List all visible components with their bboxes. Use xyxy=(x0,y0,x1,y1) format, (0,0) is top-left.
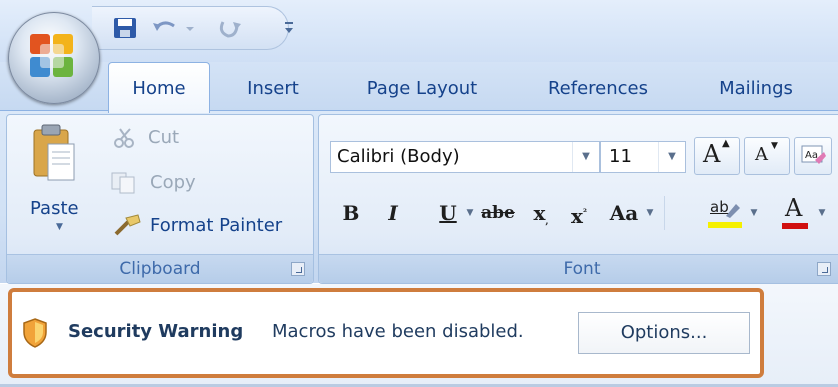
clipboard-dialog-launcher-icon[interactable] xyxy=(291,262,305,276)
tab-home[interactable]: Home xyxy=(108,62,210,113)
grow-font-glyph: A xyxy=(703,140,721,168)
format-painter-button[interactable]: Format Painter xyxy=(150,215,282,236)
font-dialog-launcher-icon[interactable] xyxy=(817,262,831,276)
font-size-combo[interactable]: 11 ▼ xyxy=(600,141,686,173)
grow-font-button[interactable]: A ▲ xyxy=(694,137,740,175)
clipboard-group-label: Clipboard xyxy=(7,254,313,283)
strikethrough-button[interactable]: abe xyxy=(478,196,518,230)
subscript-glyph: x xyxy=(533,201,546,225)
copy-icon xyxy=(111,172,135,194)
highlight-dropdown-icon[interactable]: ▼ xyxy=(748,196,760,230)
customize-qat-icon[interactable] xyxy=(282,20,296,36)
shrink-font-button[interactable]: A ▼ xyxy=(744,137,790,175)
tab-mailings[interactable]: Mailings xyxy=(700,72,812,108)
security-warning-message: Macros have been disabled. xyxy=(272,321,524,342)
shield-icon xyxy=(23,318,47,348)
paste-dropdown-icon[interactable]: ▼ xyxy=(56,222,63,232)
font-name-combo[interactable]: Calibri (Body) ▼ xyxy=(330,141,600,173)
tab-references[interactable]: References xyxy=(530,72,666,108)
subscript-marker: , xyxy=(545,217,549,227)
superscript-glyph: x xyxy=(571,204,583,228)
text-highlight-button[interactable]: ab xyxy=(706,198,746,230)
paste-icon[interactable] xyxy=(30,122,78,184)
cut-button[interactable]: Cut xyxy=(148,127,179,148)
superscript-button[interactable]: x² xyxy=(564,196,594,230)
undo-icon[interactable] xyxy=(150,16,180,40)
shrink-font-glyph: A xyxy=(755,144,768,165)
font-color-button[interactable]: A xyxy=(780,194,810,230)
change-case-dropdown-icon[interactable]: ▼ xyxy=(644,196,656,230)
separator xyxy=(664,196,665,230)
font-group-label: Font xyxy=(319,254,838,283)
font-color-bar xyxy=(782,223,808,229)
shrink-arrow-icon: ▼ xyxy=(771,141,778,151)
copy-button[interactable]: Copy xyxy=(150,172,196,193)
font-color-glyph: A xyxy=(785,194,803,222)
grow-arrow-icon: ▲ xyxy=(722,138,730,149)
underline-button[interactable]: U xyxy=(434,196,462,230)
tab-page-layout[interactable]: Page Layout xyxy=(350,72,494,108)
save-icon[interactable] xyxy=(112,16,138,40)
clear-formatting-icon: Aa xyxy=(801,145,826,164)
options-button[interactable]: Options... xyxy=(578,312,750,354)
highlight-color-bar xyxy=(708,222,742,228)
font-name-dropdown-icon[interactable]: ▼ xyxy=(572,142,599,172)
highlighter-pen-icon xyxy=(726,204,740,218)
font-color-dropdown-icon[interactable]: ▼ xyxy=(816,196,828,230)
font-name-value: Calibri (Body) xyxy=(337,146,460,167)
office-logo-icon xyxy=(30,34,73,77)
font-size-value: 11 xyxy=(609,146,632,167)
redo-icon[interactable] xyxy=(214,16,244,40)
undo-dropdown-icon[interactable] xyxy=(184,16,196,40)
security-warning-title: Security Warning xyxy=(68,321,244,342)
cut-icon xyxy=(114,128,134,148)
underline-dropdown-icon[interactable]: ▼ xyxy=(464,196,476,230)
paste-button[interactable]: Paste xyxy=(30,198,79,219)
tab-insert[interactable]: Insert xyxy=(228,72,318,108)
superscript-marker: ² xyxy=(582,208,587,218)
subscript-button[interactable]: x, xyxy=(526,196,556,230)
change-case-button[interactable]: Aa xyxy=(604,196,644,230)
italic-button[interactable]: I xyxy=(380,196,406,230)
format-painter-icon xyxy=(114,214,141,236)
font-size-dropdown-icon[interactable]: ▼ xyxy=(658,142,685,172)
bold-button[interactable]: B xyxy=(338,196,364,230)
clear-formatting-button[interactable]: Aa xyxy=(794,137,832,175)
